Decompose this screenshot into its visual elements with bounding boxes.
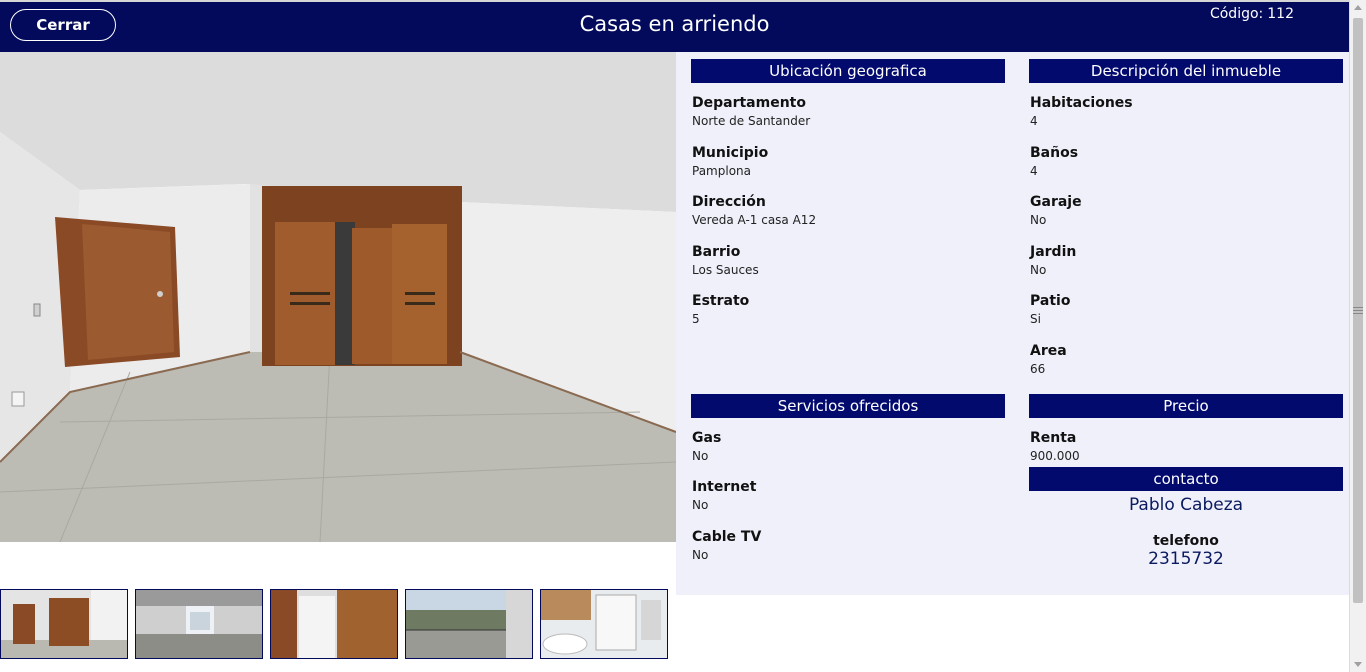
vertical-scrollbar[interactable] (1349, 0, 1366, 672)
field-banos: Baños 4 (1029, 143, 1343, 179)
property-code-value: 112 (1267, 6, 1294, 22)
field-value: 66 (1030, 362, 1046, 376)
main-photo (0, 52, 676, 542)
price-section: Precio Renta 900.000 contacto Pablo Cabe… (1029, 394, 1343, 569)
field-label: Estrato (692, 293, 750, 309)
top-bar: Cerrar Casas en arriendo Código: 112 (0, 0, 1349, 52)
details-panel: Ubicación geografica Departamento Norte … (676, 52, 1349, 595)
field-value: 4 (1030, 114, 1038, 128)
field-garaje: Garaje No (1029, 192, 1343, 228)
page-title: Casas en arriendo (579, 12, 770, 36)
price-header: Precio (1029, 394, 1343, 418)
field-label: Internet (692, 479, 757, 495)
thumbnail-strip (0, 589, 668, 659)
field-estrato: Estrato 5 (691, 291, 1005, 327)
description-section: Descripción del inmueble Habitaciones 4 … (1029, 59, 1343, 377)
field-value: 4 (1030, 164, 1038, 178)
field-label: Gas (692, 430, 722, 446)
thumbnail-3[interactable] (270, 589, 398, 659)
field-area: Area 66 (1029, 341, 1343, 377)
field-gas: Gas No (691, 428, 1005, 464)
field-value: No (692, 498, 709, 512)
field-cable-tv: Cable TV No (691, 527, 1005, 563)
scroll-down-icon[interactable] (1354, 662, 1362, 667)
field-label: Habitaciones (1030, 95, 1133, 111)
phone-value: 2315732 (1148, 549, 1224, 569)
field-value: No (692, 548, 709, 562)
property-code-label: Código: (1209, 6, 1264, 22)
field-value: No (1030, 213, 1047, 227)
field-label: Barrio (692, 244, 741, 260)
field-value: Si (1030, 312, 1041, 326)
field-value: Pamplona (692, 164, 751, 178)
thumbnail-4[interactable] (405, 589, 533, 659)
field-patio: Patio Si (1029, 291, 1343, 327)
description-header: Descripción del inmueble (1029, 59, 1343, 83)
services-header: Servicios ofrecidos (691, 394, 1005, 418)
field-label: Municipio (692, 145, 769, 161)
field-value: Los Sauces (692, 263, 759, 277)
field-label: Patio (1030, 293, 1071, 309)
location-header: Ubicación geografica (691, 59, 1005, 83)
field-barrio: Barrio Los Sauces (691, 242, 1005, 278)
grip-icon (1353, 307, 1363, 316)
thumbnail-5[interactable] (540, 589, 668, 659)
field-value: Norte de Santander (692, 114, 811, 128)
field-label: Dirección (692, 194, 766, 210)
field-label: Renta (1030, 430, 1077, 446)
field-value: No (692, 449, 709, 463)
field-label: Cable TV (692, 529, 762, 545)
field-value: 900.000 (1030, 449, 1080, 463)
location-section: Ubicación geografica Departamento Norte … (691, 59, 1005, 327)
thumbnail-2[interactable] (135, 589, 263, 659)
field-value: 5 (692, 312, 700, 326)
field-habitaciones: Habitaciones 4 (1029, 93, 1343, 129)
field-departamento: Departamento Norte de Santander (691, 93, 1005, 129)
field-label: Area (1030, 343, 1067, 359)
property-code: Código: 112 (1206, 6, 1294, 22)
contact-name: Pablo Cabeza (1128, 495, 1244, 515)
field-municipio: Municipio Pamplona (691, 143, 1005, 179)
field-label: Baños (1030, 145, 1079, 161)
field-label: Departamento (692, 95, 806, 111)
field-internet: Internet No (691, 477, 1005, 513)
field-value: Vereda A-1 casa A12 (692, 213, 817, 227)
scroll-up-icon[interactable] (1354, 5, 1362, 10)
phone-label: telefono (1153, 533, 1219, 549)
field-label: Jardin (1030, 244, 1077, 260)
contact-header: contacto (1029, 467, 1343, 491)
thumbnail-1[interactable] (0, 589, 128, 659)
field-label: Garaje (1030, 194, 1082, 210)
field-direccion: Dirección Vereda A-1 casa A12 (691, 192, 1005, 228)
services-section: Servicios ofrecidos Gas No Internet No C… (691, 394, 1005, 563)
field-jardin: Jardin No (1029, 242, 1343, 278)
field-renta: Renta 900.000 (1029, 428, 1343, 464)
field-value: No (1030, 263, 1047, 277)
